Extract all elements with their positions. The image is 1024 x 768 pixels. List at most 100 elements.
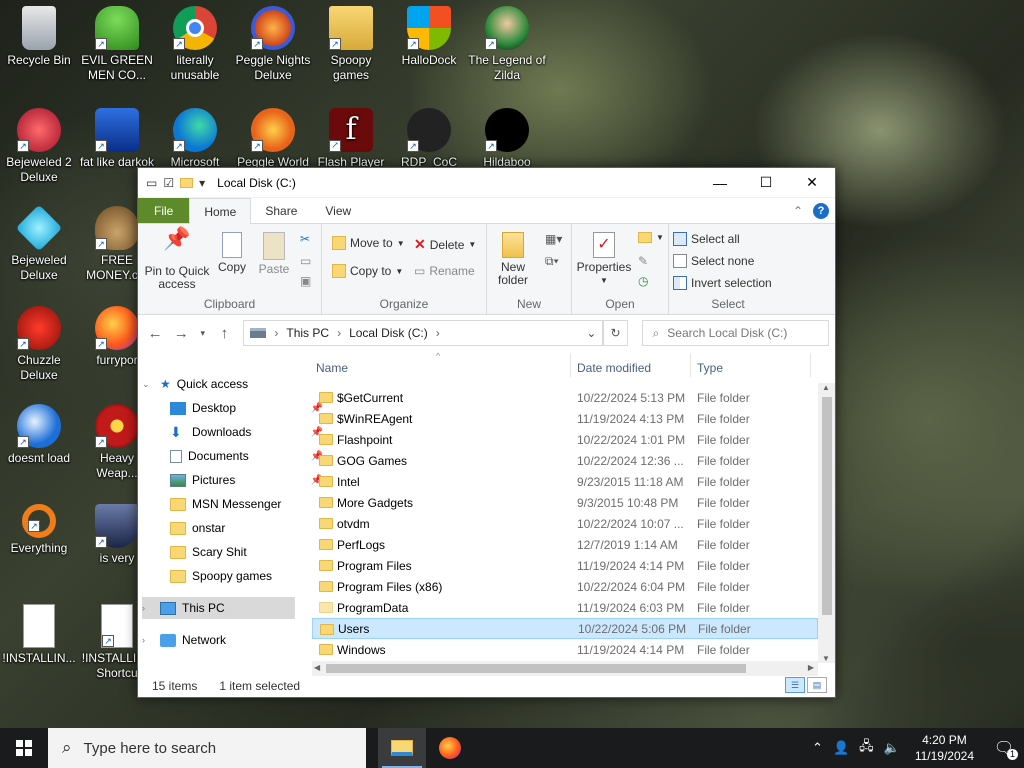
paste-shortcut-icon[interactable]: ▣: [300, 274, 311, 288]
table-row[interactable]: GOG Games 10/22/2024 12:36 ... File folder: [312, 450, 818, 471]
hallodock-icon[interactable]: ↗ HalloDock: [390, 6, 468, 68]
minimize-button[interactable]: —: [697, 168, 743, 198]
volume-icon[interactable]: 🔈: [879, 740, 905, 756]
help-icon[interactable]: ?: [813, 202, 829, 219]
rdp-icon[interactable]: ↗ RDP_CoC: [390, 108, 468, 170]
scroll-thumb[interactable]: [326, 664, 746, 673]
scroll-left-icon[interactable]: ◀: [314, 663, 320, 672]
invert-selection-button[interactable]: Invert selection: [673, 276, 772, 290]
show-hidden-icons-icon[interactable]: ⌃: [807, 740, 828, 756]
nav-onstar[interactable]: onstar: [170, 517, 327, 539]
nav-spoopy-games[interactable]: Spoopy games: [170, 565, 327, 587]
address-dropdown-icon[interactable]: ⌄: [580, 326, 602, 340]
table-row[interactable]: Program Files (x86) 10/22/2024 6:04 PM Fil…: [312, 576, 818, 597]
properties-quick-icon[interactable]: ☑: [163, 176, 174, 190]
title-bar[interactable]: ▭ ☑ ▾ Local Disk (C:) — ☐ ✕: [138, 168, 835, 198]
edit-icon[interactable]: ✎: [638, 254, 648, 268]
flash-player-icon[interactable]: f ↗ Flash Player: [312, 108, 390, 170]
details-view-icon[interactable]: ☰: [785, 677, 805, 693]
column-name[interactable]: Name: [316, 361, 348, 375]
nav-scary-shit[interactable]: Scary Shit: [170, 541, 327, 563]
tab-file[interactable]: File: [138, 198, 190, 223]
vertical-scrollbar[interactable]: ▲ ▼: [818, 383, 835, 663]
table-row[interactable]: otvdm 10/22/2024 10:07 ... File folder: [312, 513, 818, 534]
cut-icon[interactable]: ✂: [300, 232, 310, 246]
everything-icon[interactable]: ↗ Everything: [0, 504, 78, 556]
taskbar-search-box[interactable]: ⌕ Type here to search: [48, 728, 366, 768]
thunderbird-icon[interactable]: ↗ doesnt load: [0, 404, 78, 466]
bejeweled-icon[interactable]: Bejeweled Deluxe: [0, 204, 78, 283]
spoopy-games-folder-icon[interactable]: ↗ Spoopy games: [312, 6, 390, 83]
back-button[interactable]: ←: [144, 325, 166, 342]
tab-view[interactable]: View: [311, 198, 365, 223]
installing-file-icon[interactable]: !INSTALLIN...: [0, 604, 78, 666]
recent-locations-button[interactable]: ▾: [196, 328, 209, 339]
table-row[interactable]: Program Files 11/19/2024 4:14 PM File fold…: [312, 555, 818, 576]
breadcrumb-this-pc[interactable]: This PC: [286, 326, 329, 340]
new-folder-button[interactable]: New folder: [491, 232, 535, 287]
column-divider[interactable]: [690, 353, 691, 377]
search-box[interactable]: ⌕ Search Local Disk (C:): [641, 320, 829, 346]
copy-button[interactable]: Copy: [214, 232, 250, 274]
peggle-nights-icon[interactable]: ↗ Peggle Nights Deluxe: [234, 6, 312, 83]
recycle-bin-icon[interactable]: Recycle Bin: [0, 6, 78, 68]
table-row[interactable]: Flashpoint 10/22/2024 1:01 PM File folder: [312, 429, 818, 450]
scroll-down-icon[interactable]: ▼: [822, 654, 830, 663]
nav-this-pc[interactable]: › This PC: [142, 597, 295, 619]
table-row[interactable]: Windows 11/19/2024 4:14 PM File folder: [312, 639, 818, 660]
breadcrumb-local-disk[interactable]: Local Disk (C:): [349, 326, 428, 340]
legend-of-zilda-icon[interactable]: ↗ The Legend of Zilda: [468, 6, 546, 83]
select-all-button[interactable]: Select all: [673, 232, 740, 246]
mpl-icon[interactable]: ↗ fat like darkok: [78, 108, 156, 170]
open-icon[interactable]: ▼: [638, 232, 664, 243]
move-to-button[interactable]: Move to ▼: [332, 236, 405, 250]
forward-button[interactable]: →: [170, 325, 192, 342]
action-center-button[interactable]: 🗨 1: [984, 728, 1024, 768]
scroll-thumb[interactable]: [822, 397, 832, 615]
nav-msn-messenger[interactable]: MSN Messenger: [170, 493, 327, 515]
column-type[interactable]: Type: [697, 361, 723, 375]
people-icon[interactable]: 👤: [828, 740, 854, 756]
firefox-taskbar-button[interactable]: [426, 728, 474, 768]
chuzzle-icon[interactable]: ↗ Chuzzle Deluxe: [0, 306, 78, 383]
column-divider[interactable]: [810, 353, 811, 377]
column-date-modified[interactable]: Date modified: [577, 361, 651, 375]
nav-quick-access[interactable]: ⌄ ★ Quick access: [142, 373, 299, 395]
table-row-selected[interactable]: Users 10/22/2024 5:06 PM File folder: [312, 618, 818, 639]
address-bar[interactable]: › This PC › Local Disk (C:) › ⌄: [243, 320, 604, 346]
refresh-button[interactable]: ↻: [603, 320, 628, 346]
table-row[interactable]: ProgramData 11/19/2024 6:03 PM File folder: [312, 597, 818, 618]
evil-green-men-icon[interactable]: ↗ EVIL GREEN MEN CO...: [78, 6, 156, 83]
customize-quick-access-icon[interactable]: ▾: [199, 176, 205, 190]
close-button[interactable]: ✕: [789, 168, 835, 198]
bejeweled-2-icon[interactable]: ↗ Bejeweled 2 Deluxe: [0, 108, 78, 185]
hildaboo-icon[interactable]: ↗ Hildaboo: [468, 108, 546, 170]
peggle-world-icon[interactable]: ↗ Peggle World: [234, 108, 312, 170]
rename-button[interactable]: ▭ Rename: [414, 264, 475, 278]
table-row[interactable]: Intel 9/23/2015 11:18 AM File folder: [312, 471, 818, 492]
nav-documents[interactable]: Documents 📌: [170, 445, 327, 467]
paste-button[interactable]: Paste: [256, 232, 292, 276]
history-icon[interactable]: ◷: [638, 274, 648, 288]
table-row[interactable]: More Gadgets 9/3/2015 10:48 PM File folder: [312, 492, 818, 513]
properties-button[interactable]: ✓ Properties ▼: [576, 232, 632, 287]
copy-to-button[interactable]: Copy to ▼: [332, 264, 403, 278]
collapse-ribbon-icon[interactable]: ⌃: [793, 204, 803, 218]
start-button[interactable]: [0, 728, 48, 768]
scroll-up-icon[interactable]: ▲: [822, 383, 830, 392]
nav-desktop[interactable]: Desktop 📌: [170, 397, 327, 419]
nav-downloads[interactable]: ⬇ Downloads 📌: [170, 421, 327, 443]
new-item-icon[interactable]: ▦▾: [545, 232, 562, 246]
chrome-icon[interactable]: ↗ literally unusable: [156, 6, 234, 83]
copy-path-icon[interactable]: ▭: [300, 254, 311, 268]
clock[interactable]: 4:20 PM 11/19/2024: [905, 732, 984, 764]
delete-button[interactable]: ✕ Delete ▼: [414, 236, 476, 253]
up-button[interactable]: ↑: [213, 325, 235, 342]
table-row[interactable]: $WinREAgent 11/19/2024 4:13 PM File folder: [312, 408, 818, 429]
pin-quick-access-button[interactable]: 📌 Pin to Quick access: [144, 228, 210, 291]
new-folder-quick-icon[interactable]: [180, 177, 194, 188]
table-row[interactable]: PerfLogs 12/7/2019 1:14 AM File folder: [312, 534, 818, 555]
network-icon[interactable]: 🖧: [854, 737, 879, 759]
edge-icon[interactable]: ↗ Microsoft: [156, 108, 234, 170]
nav-pictures[interactable]: Pictures 📌: [170, 469, 327, 491]
